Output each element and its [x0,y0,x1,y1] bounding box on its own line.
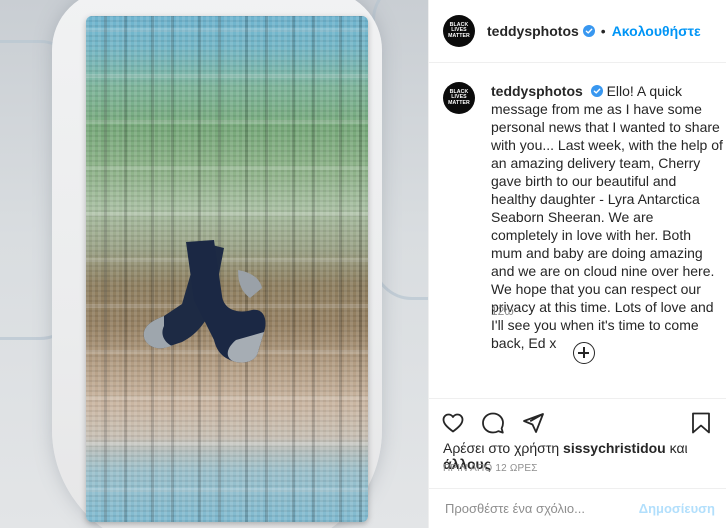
comment-icon[interactable] [481,411,505,435]
post-photo[interactable] [0,0,428,528]
author-username[interactable]: teddysphotos [487,23,579,39]
avatar-badge-text: BLACK LIVES MATTER [448,21,470,39]
action-bar [429,398,726,446]
caption-time-ago[interactable]: 12ω [491,304,514,318]
caption-text: teddysphotos Ello! A quick message from … [491,82,723,352]
comments-area: BLACK LIVES MATTER teddysphotos Ello! A … [429,64,726,384]
caption-avatar[interactable]: BLACK LIVES MATTER [443,82,475,114]
post-comment-button[interactable]: Δημοσίευση [639,501,715,516]
post-header: BLACK LIVES MATTER teddysphotos • Ακολου… [429,0,726,63]
heart-icon[interactable] [441,411,465,435]
caption: BLACK LIVES MATTER teddysphotos Ello! A … [443,82,723,352]
instagram-post: BLACK LIVES MATTER teddysphotos • Ακολου… [0,0,726,528]
comment-input[interactable] [445,501,639,516]
liked-by-user[interactable]: sissychristidou [563,440,666,456]
avatar-badge-text: BLACK LIVES MATTER [448,88,470,106]
author-avatar[interactable]: BLACK LIVES MATTER [443,15,475,47]
plus-circle-icon[interactable] [573,342,595,364]
baby-sock-right [186,240,266,363]
header-separator: • [600,23,606,39]
add-comment-bar: Δημοσίευση [429,488,726,528]
follow-button[interactable]: Ακολουθήστε [612,23,701,39]
likes-prefix: Αρέσει στο χρήστη [443,440,560,456]
caption-message: Ello! A quick message from me as I have … [491,83,723,351]
paper-plane-icon[interactable] [521,411,545,435]
post-date[interactable]: ΠΡΙΝ ΑΠΟ 12 ΩΡΕΣ [443,463,538,474]
likes-conjunction: και [669,440,688,456]
caption-username[interactable]: teddysphotos [491,83,583,99]
post-sidebar: BLACK LIVES MATTER teddysphotos • Ακολου… [428,0,726,528]
verified-badge-icon [590,85,603,97]
verified-badge-icon [582,25,595,37]
bookmark-icon[interactable] [689,411,713,435]
